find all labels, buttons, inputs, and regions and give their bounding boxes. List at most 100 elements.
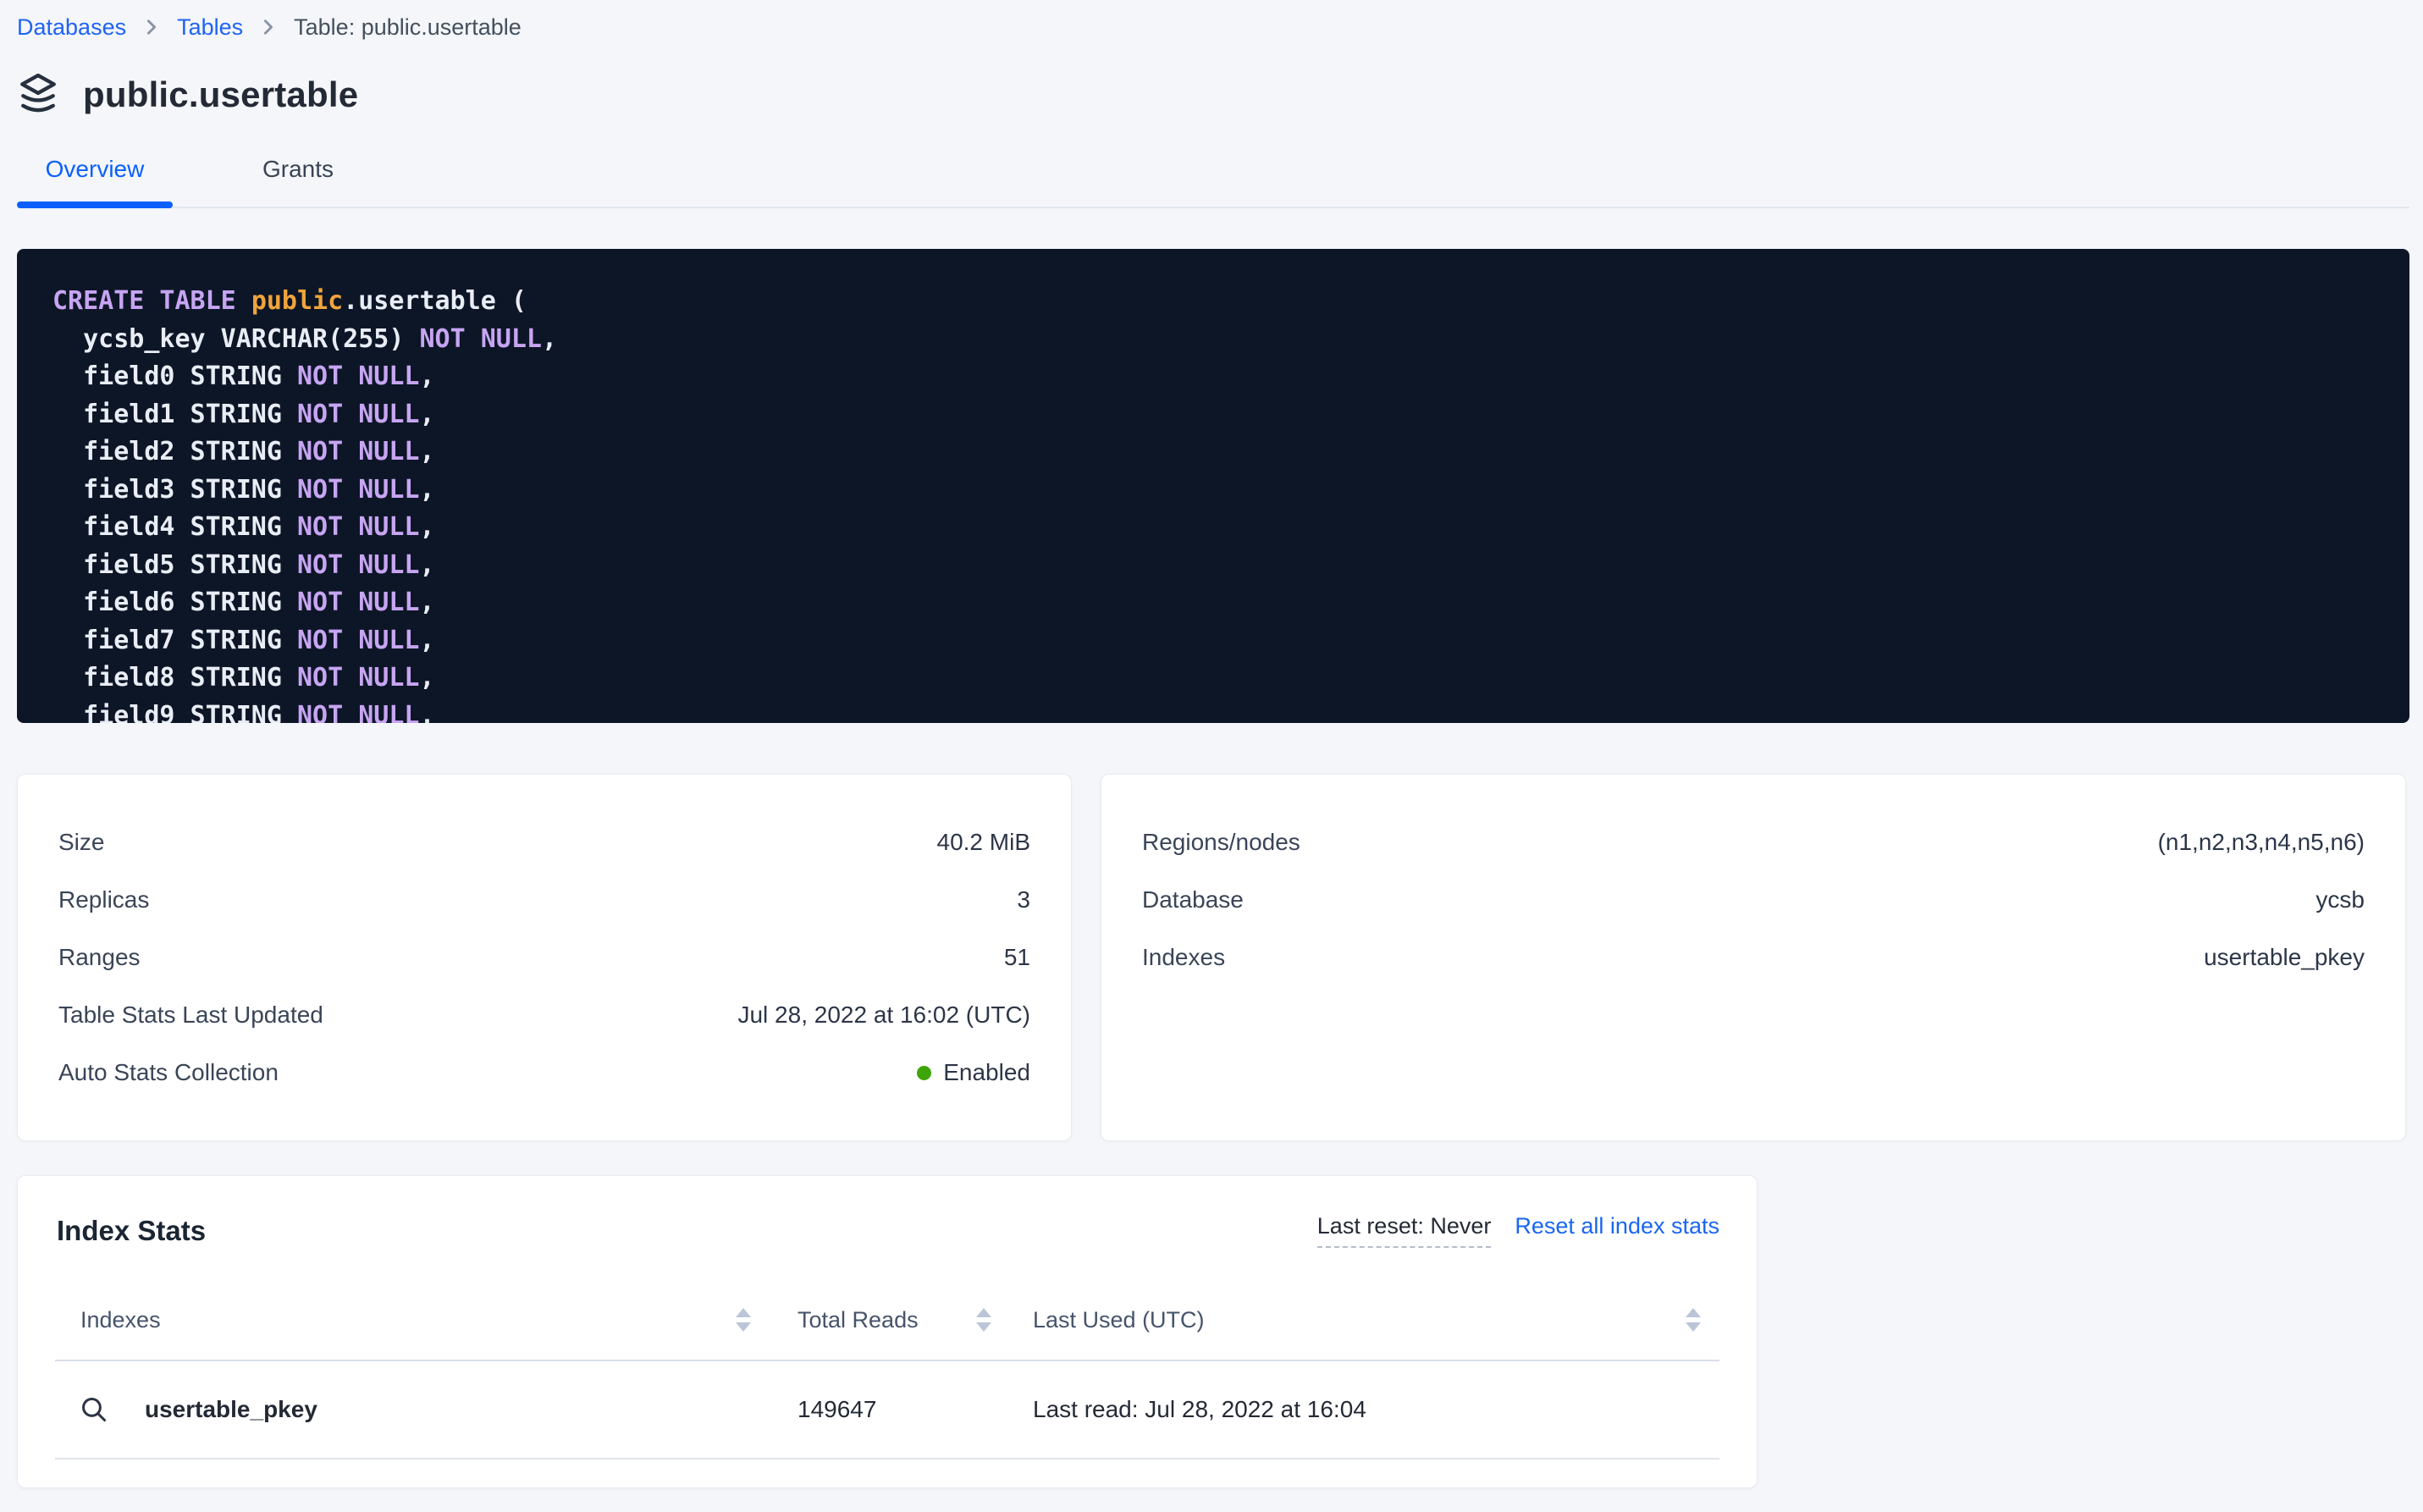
enabled-status-text: Enabled xyxy=(943,1059,1030,1086)
sql-token: NOT NULL xyxy=(297,626,420,655)
sql-line: field2 STRING NOT NULL, xyxy=(52,433,2376,472)
index-name-link[interactable]: usertable_pkey xyxy=(145,1396,317,1423)
stat-row-size: Size 40.2 MiB xyxy=(58,814,1030,871)
sql-line: field9 STRING NOT NULL, xyxy=(52,698,2376,724)
sql-token: field1 STRING xyxy=(52,400,297,429)
index-stats-header: Index Stats Last reset: Never Reset all … xyxy=(55,1176,1719,1248)
sql-token: NOT NULL xyxy=(297,361,420,391)
sql-token: , xyxy=(542,324,557,354)
index-stats-title: Index Stats xyxy=(55,1215,206,1247)
stat-row-ranges: Ranges 51 xyxy=(58,929,1030,986)
sql-line: field8 STRING NOT NULL, xyxy=(52,659,2376,698)
stat-label: Ranges xyxy=(58,944,141,971)
sql-token: field0 STRING xyxy=(52,361,297,391)
stat-label: Database xyxy=(1142,886,1244,913)
column-header-total-reads[interactable]: Total Reads xyxy=(766,1280,1003,1360)
table-location-card: Regions/nodes (n1,n2,n3,n4,n5,n6) Databa… xyxy=(1101,774,2406,1141)
sql-token: NOT NULL xyxy=(419,324,542,354)
table-row[interactable]: usertable_pkey 149647 Last read: Jul 28,… xyxy=(55,1361,1719,1460)
tab-grants[interactable]: Grants xyxy=(220,156,376,207)
sql-line: field4 STRING NOT NULL, xyxy=(52,509,2376,547)
index-stats-controls: Last reset: Never Reset all index stats xyxy=(1317,1213,1719,1248)
sql-token: public xyxy=(251,286,343,316)
sql-token: field2 STRING xyxy=(52,437,297,466)
sql-token: , xyxy=(419,475,434,505)
sql-token: , xyxy=(419,400,434,429)
stat-row-database: Database ycsb xyxy=(1142,871,2365,929)
page-title-row: public.usertable xyxy=(17,71,2409,119)
chevron-right-icon xyxy=(262,17,275,37)
sql-token: , xyxy=(419,701,434,724)
total-reads-cell: 149647 xyxy=(766,1396,1003,1423)
sql-token: , xyxy=(419,437,434,466)
index-table-header: Indexes Total Reads Last Used (UTC) xyxy=(55,1280,1719,1361)
stat-label: Auto Stats Collection xyxy=(58,1059,279,1086)
chevron-right-icon xyxy=(145,17,158,37)
detail-cards-row: Size 40.2 MiB Replicas 3 Ranges 51 Table… xyxy=(17,774,2409,1141)
sql-token: CREATE TABLE xyxy=(52,286,251,316)
sql-token: , xyxy=(419,588,434,617)
stat-value: 3 xyxy=(1017,886,1030,913)
active-tab-underline xyxy=(17,201,173,208)
sql-token: ycsb_key VARCHAR(255) xyxy=(52,324,419,354)
breadcrumb-tables[interactable]: Tables xyxy=(177,14,243,41)
sql-line: field7 STRING NOT NULL, xyxy=(52,622,2376,660)
sql-token: , xyxy=(419,550,434,580)
index-table-footer-spacer xyxy=(55,1460,1719,1487)
stat-value: ycsb xyxy=(2315,886,2365,913)
breadcrumb-databases[interactable]: Databases xyxy=(17,14,126,41)
sql-token: NOT NULL xyxy=(297,701,420,724)
last-used-cell: Last read: Jul 28, 2022 at 16:04 xyxy=(1003,1396,1719,1423)
stat-row-auto-stats: Auto Stats Collection Enabled xyxy=(58,1044,1030,1101)
stat-value: usertable_pkey xyxy=(2204,944,2365,971)
sql-token: , xyxy=(419,663,434,693)
stack-icon xyxy=(17,71,59,119)
stat-value: (n1,n2,n3,n4,n5,n6) xyxy=(2158,829,2365,856)
stat-value: 51 xyxy=(1004,944,1030,971)
tab-overview[interactable]: Overview xyxy=(17,156,173,207)
breadcrumb-current-table: Table: public.usertable xyxy=(294,14,522,41)
tab-grants-label: Grants xyxy=(262,156,334,182)
stat-value: 40.2 MiB xyxy=(937,829,1031,856)
sql-token: , xyxy=(419,361,434,391)
sql-token: field7 STRING xyxy=(52,626,297,655)
sql-token: , xyxy=(419,626,434,655)
sql-token: NOT NULL xyxy=(297,550,420,580)
sql-line: CREATE TABLE public.usertable ( xyxy=(52,283,2376,321)
sql-token: NOT NULL xyxy=(297,437,420,466)
enabled-status-dot-icon xyxy=(917,1066,931,1080)
sql-line: field0 STRING NOT NULL, xyxy=(52,358,2376,396)
stat-row-regions: Regions/nodes (n1,n2,n3,n4,n5,n6) xyxy=(1142,814,2365,871)
page-title: public.usertable xyxy=(83,74,358,115)
last-reset-label[interactable]: Last reset: Never xyxy=(1317,1213,1492,1248)
sql-token: NOT NULL xyxy=(297,400,420,429)
sql-token: NOT NULL xyxy=(297,475,420,505)
sql-token: NOT NULL xyxy=(297,588,420,617)
column-header-label: Last Used (UTC) xyxy=(1033,1307,1205,1333)
table-details-card: Size 40.2 MiB Replicas 3 Ranges 51 Table… xyxy=(17,774,1072,1141)
column-header-label: Total Reads xyxy=(798,1307,919,1333)
sort-arrows-icon xyxy=(1686,1308,1701,1332)
breadcrumb: Databases Tables Table: public.usertable xyxy=(17,0,2409,42)
reset-all-index-stats-link[interactable]: Reset all index stats xyxy=(1515,1213,1719,1239)
index-name-cell: usertable_pkey xyxy=(55,1394,766,1425)
stat-row-indexes: Indexes usertable_pkey xyxy=(1142,929,2365,986)
stat-row-stats-updated: Table Stats Last Updated Jul 28, 2022 at… xyxy=(58,986,1030,1044)
sql-line: ycsb_key VARCHAR(255) NOT NULL, xyxy=(52,321,2376,359)
sql-token: .usertable ( xyxy=(343,286,527,316)
create-table-sql-box: CREATE TABLE public.usertable ( ycsb_key… xyxy=(17,249,2409,723)
sql-token: field9 STRING xyxy=(52,701,297,724)
sql-token: NOT NULL xyxy=(297,512,420,542)
index-stats-card: Index Stats Last reset: Never Reset all … xyxy=(17,1175,1758,1488)
sort-arrows-icon xyxy=(976,1308,991,1332)
column-header-last-used[interactable]: Last Used (UTC) xyxy=(1003,1280,1719,1360)
sql-token: NOT NULL xyxy=(297,663,420,693)
stat-value: Enabled xyxy=(917,1059,1030,1086)
stat-row-replicas: Replicas 3 xyxy=(58,871,1030,929)
sql-token: field5 STRING xyxy=(52,550,297,580)
sql-line: field5 STRING NOT NULL, xyxy=(52,547,2376,585)
stat-label: Replicas xyxy=(58,886,149,913)
column-header-indexes[interactable]: Indexes xyxy=(55,1280,766,1360)
sql-token: field6 STRING xyxy=(52,588,297,617)
tab-overview-label: Overview xyxy=(46,156,145,182)
